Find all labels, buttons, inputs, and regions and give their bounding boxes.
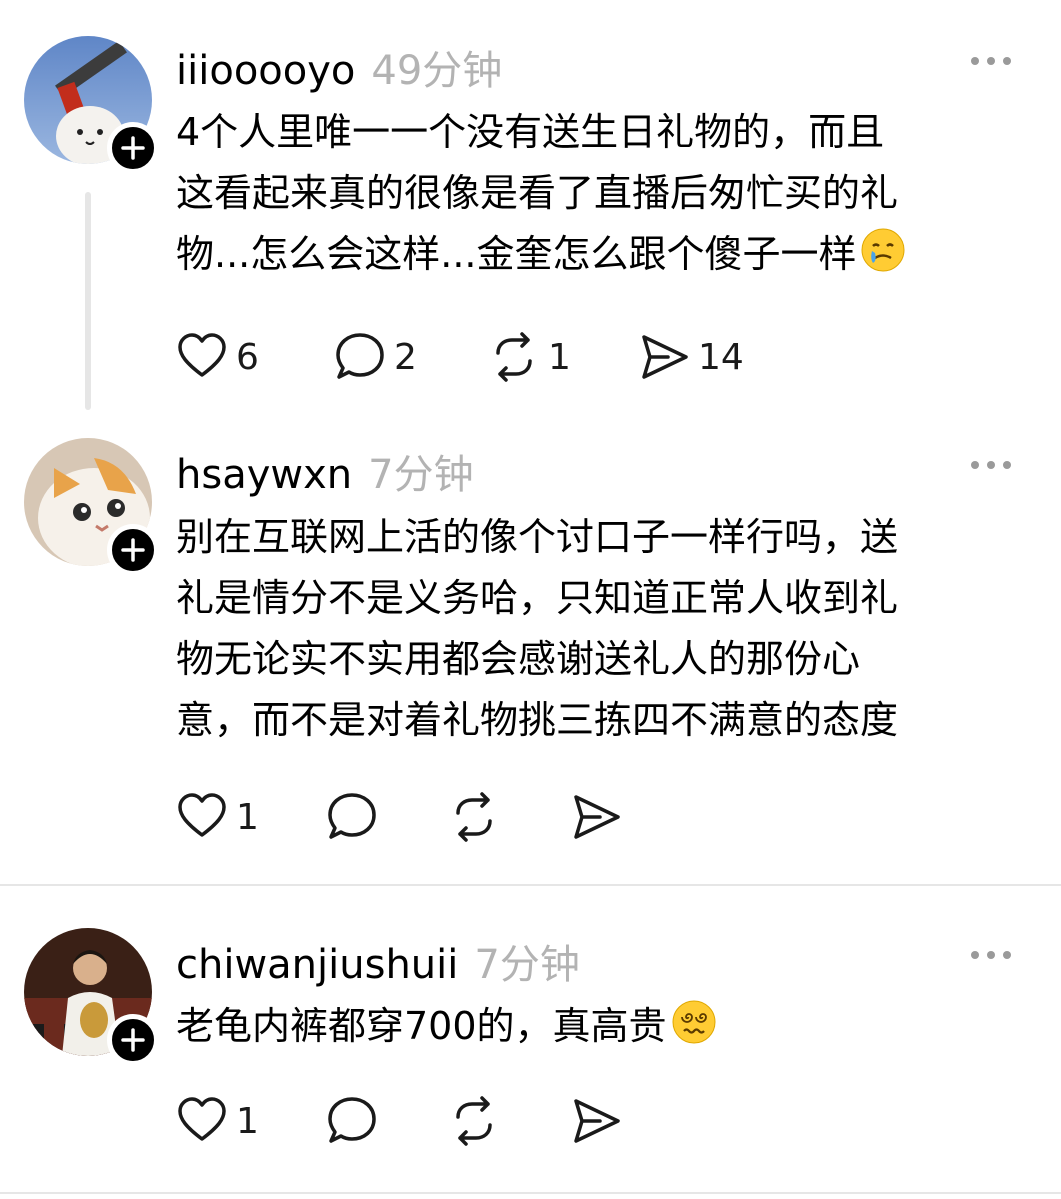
share-count: 14 xyxy=(698,336,744,378)
post-line: 别在互联网上活的像个讨口子一样行吗，送 xyxy=(176,515,899,559)
like-count: 1 xyxy=(236,1100,259,1142)
tear-smile-emoji xyxy=(860,227,906,291)
plus-icon xyxy=(121,136,145,160)
follow-button[interactable] xyxy=(107,524,159,576)
post-body: 老龟内裤都穿700的，真高贵 xyxy=(176,996,1026,1063)
post-line: 礼是情分不是义务哈，只知道正常人收到礼 xyxy=(176,576,899,620)
divider xyxy=(0,1192,1061,1194)
username[interactable]: chiwanjiushuii xyxy=(176,942,458,988)
username[interactable]: hsaywxn xyxy=(176,452,352,498)
send-icon xyxy=(574,795,620,839)
comment-button[interactable] xyxy=(326,791,378,843)
share-button[interactable]: 14 xyxy=(638,331,744,383)
repost-icon xyxy=(456,792,492,842)
repost-button[interactable] xyxy=(448,791,500,843)
comment-count: 2 xyxy=(394,336,417,378)
like-count: 1 xyxy=(236,796,259,838)
heart-icon xyxy=(178,1097,226,1141)
post-line: 物无论实不实用都会感谢送礼人的那份心 xyxy=(176,637,861,681)
comment-button[interactable]: 2 xyxy=(334,331,417,383)
heart-icon xyxy=(178,333,226,377)
plus-icon xyxy=(121,538,145,562)
post-body: 别在互联网上活的像个讨口子一样行吗，送 礼是情分不是义务哈，只知道正常人收到礼 … xyxy=(176,507,1026,751)
action-bar: 1 xyxy=(176,791,636,843)
share-button[interactable] xyxy=(570,1095,622,1147)
plus-icon xyxy=(121,1028,145,1052)
thread-line xyxy=(85,192,91,410)
username[interactable]: iiiooooyo xyxy=(176,48,355,94)
more-options-icon[interactable] xyxy=(968,948,1014,962)
repost-button[interactable] xyxy=(448,1095,500,1147)
send-icon xyxy=(642,335,688,379)
dizzy-face-emoji xyxy=(671,999,717,1063)
send-icon xyxy=(574,1099,620,1143)
like-button[interactable]: 6 xyxy=(176,331,259,383)
comment-icon xyxy=(336,333,384,379)
like-count: 6 xyxy=(236,336,259,378)
heart-icon xyxy=(178,793,226,837)
more-options-icon[interactable] xyxy=(968,458,1014,472)
follow-button[interactable] xyxy=(107,1014,159,1066)
follow-button[interactable] xyxy=(107,122,159,174)
comment-icon xyxy=(328,1097,376,1143)
repost-icon xyxy=(496,332,532,382)
comment-icon xyxy=(328,793,376,839)
post-1: iiiooooyo 49分钟 4个人里唯一一个没有送生日礼物的，而且 这看起来真… xyxy=(0,0,1061,420)
post-2: hsaywxn 7分钟 别在互联网上活的像个讨口子一样行吗，送 礼是情分不是义务… xyxy=(0,420,1061,885)
share-button[interactable] xyxy=(570,791,622,843)
post-body: 4个人里唯一一个没有送生日礼物的，而且 这看起来真的很像是看了直播后匆忙买的礼 … xyxy=(176,102,1026,291)
post-line: 老龟内裤都穿700的，真高贵 xyxy=(176,996,1026,1063)
post-line: 这看起来真的很像是看了直播后匆忙买的礼 xyxy=(176,171,899,215)
post-time: 49分钟 xyxy=(371,48,503,94)
post-3: chiwanjiushuii 7分钟 老龟内裤都穿700的，真高贵 1 xyxy=(0,886,1061,1199)
action-bar: 6 2 1 14 xyxy=(176,331,776,383)
comment-button[interactable] xyxy=(326,1095,378,1147)
post-line: 物...怎么会这样...金奎怎么跟个傻子一样 xyxy=(176,224,1026,291)
repost-icon xyxy=(456,1096,492,1146)
repost-count: 1 xyxy=(548,336,571,378)
post-time: 7分钟 xyxy=(368,452,474,498)
action-bar: 1 xyxy=(176,1095,636,1147)
like-button[interactable]: 1 xyxy=(176,1095,259,1147)
post-line: 4个人里唯一一个没有送生日礼物的，而且 xyxy=(176,110,885,154)
post-time: 7分钟 xyxy=(474,942,580,988)
post-line: 意，而不是对着礼物挑三拣四不满意的态度 xyxy=(176,698,899,742)
repost-button[interactable]: 1 xyxy=(488,331,571,383)
more-options-icon[interactable] xyxy=(968,54,1014,68)
like-button[interactable]: 1 xyxy=(176,791,259,843)
